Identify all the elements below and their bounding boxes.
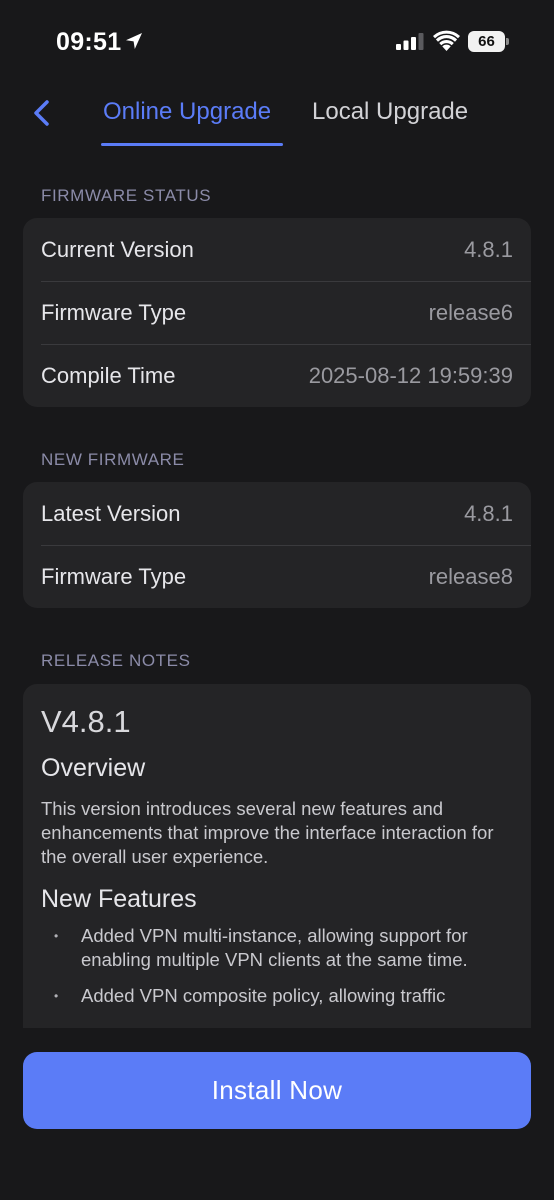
features-list: Added VPN multi-instance, allowing suppo… xyxy=(41,924,513,1008)
row-value: release8 xyxy=(428,563,513,589)
row-label: Compile Time xyxy=(41,362,176,388)
new-firmware-label: NEW FIRMWARE xyxy=(41,450,185,469)
status-bar: 09:51 66 xyxy=(0,0,554,84)
active-tab-indicator xyxy=(101,143,283,146)
row-value: 4.8.1 xyxy=(464,236,513,262)
location-arrow-icon xyxy=(126,33,142,49)
firmware-upgrade-screen: 09:51 66 Online Upgrade Local Upgrade FI… xyxy=(0,0,554,1200)
firmware-status-label: FIRMWARE STATUS xyxy=(41,186,212,205)
battery-cap xyxy=(506,38,509,45)
list-item: Added VPN composite policy, allowing tra… xyxy=(41,984,513,1008)
wifi-icon xyxy=(433,30,460,51)
chevron-left-icon xyxy=(34,100,49,126)
install-now-button[interactable]: Install Now xyxy=(23,1052,531,1129)
new-firmware-card: Latest Version 4.8.1 Firmware Type relea… xyxy=(23,482,531,608)
firmware-status-card: Current Version 4.8.1 Firmware Type rele… xyxy=(23,218,531,407)
cellular-signal-icon xyxy=(396,33,424,50)
latest-version-row: Latest Version 4.8.1 xyxy=(23,482,531,545)
row-value: 2025-08-12 19:59:39 xyxy=(308,362,513,388)
battery-icon: 66 xyxy=(468,31,509,52)
notes-version: V4.8.1 xyxy=(41,704,131,739)
release-notes-card[interactable]: V4.8.1 Overview This version introduces … xyxy=(23,684,531,1028)
row-label: Latest Version xyxy=(41,500,181,526)
row-label: Firmware Type xyxy=(41,299,187,325)
overview-heading: Overview xyxy=(41,754,146,782)
status-time: 09:51 xyxy=(56,28,122,56)
row-label: Firmware Type xyxy=(41,563,187,589)
back-button[interactable] xyxy=(26,94,62,134)
new-firmware-type-row: Firmware Type release8 xyxy=(23,545,531,608)
compile-time-row: Compile Time 2025-08-12 19:59:39 xyxy=(23,344,531,407)
list-item: Added VPN multi-instance, allowing suppo… xyxy=(41,924,513,972)
firmware-type-row: Firmware Type release6 xyxy=(23,281,531,344)
battery-level: 66 xyxy=(468,31,505,52)
release-notes-label: RELEASE NOTES xyxy=(41,651,191,670)
tab-local-upgrade[interactable]: Local Upgrade xyxy=(312,98,468,126)
row-value: release6 xyxy=(428,299,513,325)
current-version-row: Current Version 4.8.1 xyxy=(23,218,531,281)
tab-online-upgrade[interactable]: Online Upgrade xyxy=(103,98,271,126)
row-label: Current Version xyxy=(41,236,194,262)
row-value: 4.8.1 xyxy=(464,500,513,526)
overview-text: This version introduces several new feat… xyxy=(41,798,494,867)
new-features-heading: New Features xyxy=(41,885,197,913)
